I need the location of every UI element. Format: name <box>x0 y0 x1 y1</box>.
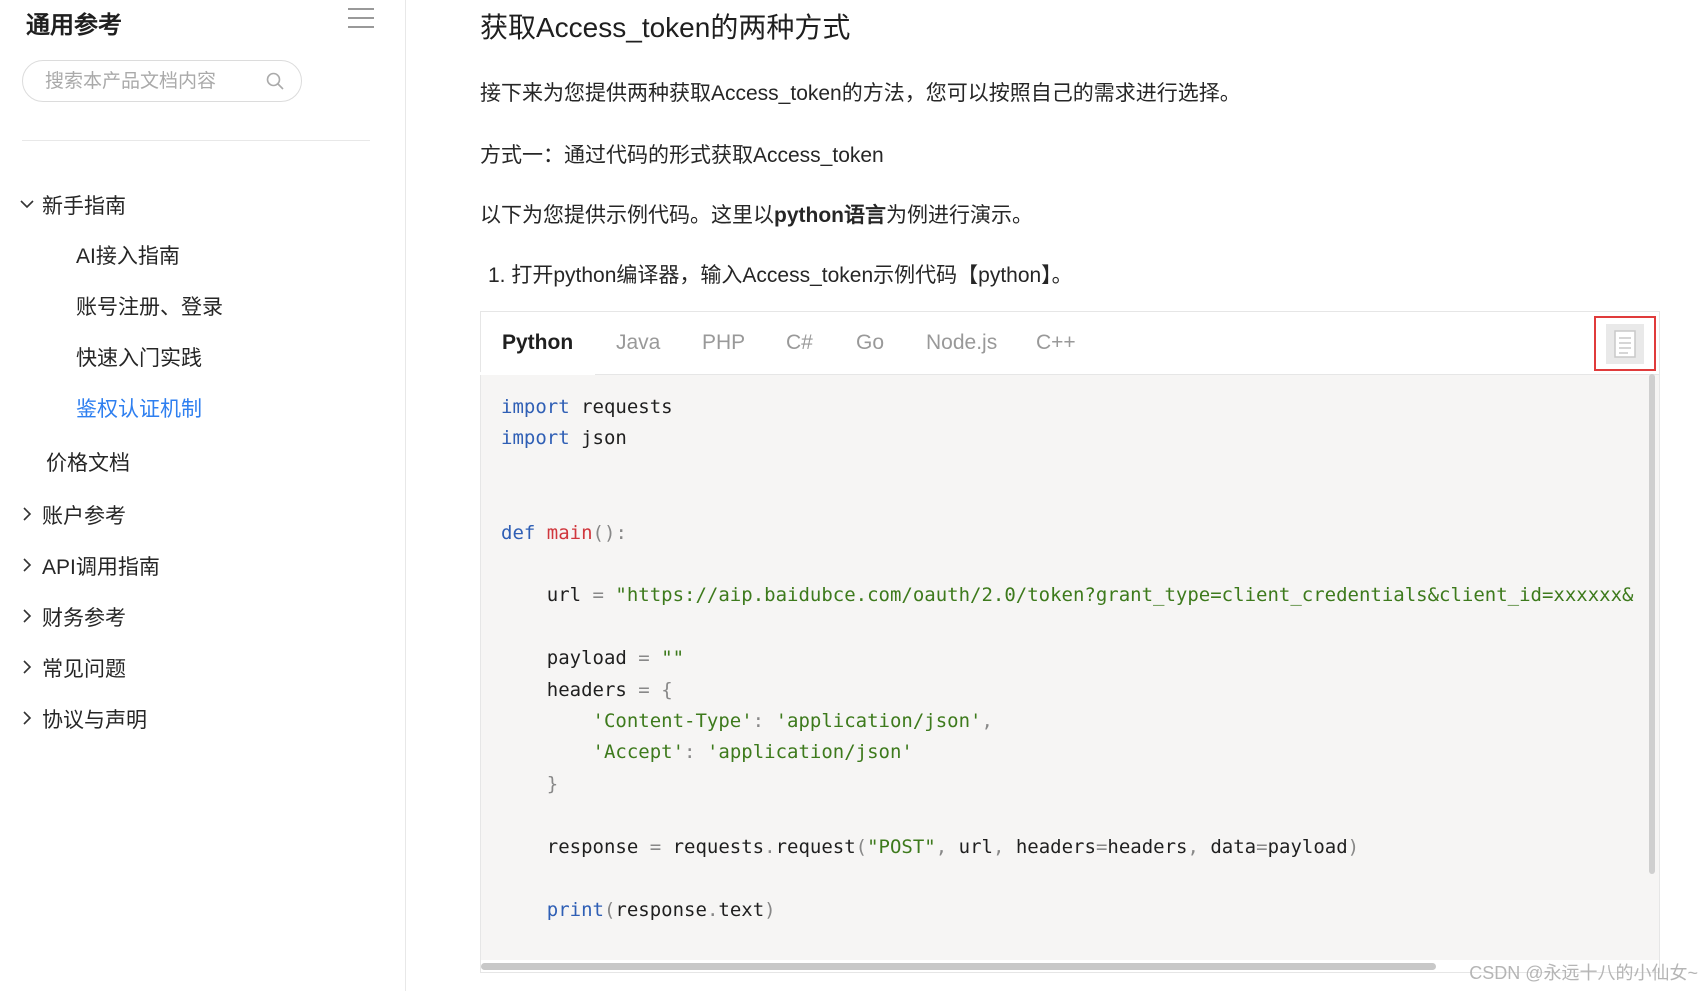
sidebar-item-agreements[interactable]: 协议与声明 <box>42 704 147 734</box>
code-panel: Python Java PHP C# Go Node.js C++ import… <box>479 311 1660 973</box>
watermark: CSDN @永远十八的小仙女~ <box>1469 963 1698 983</box>
sidebar-item-ai-access-guide[interactable]: AI接入指南 <box>76 240 180 270</box>
method-one-text: 方式一：通过代码的形式获取Access_token <box>480 144 884 167</box>
example-suffix: 为例进行演示。 <box>885 204 1033 227</box>
code-line: url = "https://aip.baidubce.com/oauth/2.… <box>501 584 1634 607</box>
tab-php[interactable]: PHP <box>702 312 745 374</box>
page-title: 获取Access_token的两种方式 <box>480 12 851 43</box>
code-line: payload = "" <box>501 647 685 670</box>
sidebar-item-pricing[interactable]: 价格文档 <box>46 447 130 477</box>
sidebar-item-finance-ref[interactable]: 财务参考 <box>42 602 126 632</box>
code-line: response = requests.request("POST", url,… <box>501 835 1360 858</box>
tab-python[interactable]: Python <box>479 312 596 375</box>
chevron-down-icon[interactable] <box>18 195 36 213</box>
language-tabs: Python Java PHP C# Go Node.js C++ <box>479 312 1659 375</box>
sidebar-item-auth-mechanism[interactable]: 鉴权认证机制 <box>76 393 202 423</box>
example-bold: python语言 <box>774 204 886 227</box>
sidebar-item-beginner-guide[interactable]: 新手指南 <box>42 190 126 220</box>
sidebar-item-quick-start[interactable]: 快速入门实践 <box>76 342 202 372</box>
tab-nodejs[interactable]: Node.js <box>926 312 997 374</box>
search-input[interactable] <box>43 61 267 103</box>
intro-text: 接下来为您提供两种获取Access_token的方法，您可以按照自己的需求进行选… <box>480 82 1241 105</box>
search-icon[interactable] <box>265 71 285 91</box>
tab-csharp[interactable]: C# <box>786 312 813 374</box>
code-line: print(response.text) <box>546 898 776 921</box>
step-one-text: 1. 打开python编译器，输入Access_token示例代码【python… <box>488 264 1073 287</box>
code-line: import json <box>501 427 627 450</box>
horizontal-scrollbar[interactable] <box>481 963 1436 970</box>
code-line: 'Accept': 'application/json' <box>592 741 913 764</box>
sidebar-title: 通用参考 <box>26 12 122 39</box>
code-line: 'Content-Type': 'application/json', <box>592 710 993 733</box>
tab-go[interactable]: Go <box>856 312 884 374</box>
code-line: headers = { <box>501 678 673 701</box>
sidebar-item-account-ref[interactable]: 账户参考 <box>42 500 126 530</box>
code-line: } <box>546 772 559 795</box>
code-line: import requests <box>501 396 673 418</box>
chevron-right-icon[interactable] <box>18 709 36 727</box>
tab-java[interactable]: Java <box>616 312 660 374</box>
chevron-right-icon[interactable] <box>18 556 36 574</box>
chevron-right-icon[interactable] <box>18 505 36 523</box>
copy-button[interactable] <box>1594 316 1656 371</box>
copy-icon <box>1606 324 1644 364</box>
sidebar-item-api-guide[interactable]: API调用指南 <box>42 551 160 581</box>
sidebar-item-account-register[interactable]: 账号注册、登录 <box>76 291 223 321</box>
main-content: 获取Access_token的两种方式 接下来为您提供两种获取Access_to… <box>405 0 1706 991</box>
code-block[interactable]: import requests import json def main(): … <box>501 392 1634 926</box>
example-prefix: 以下为您提供示例代码。这里以 <box>480 204 774 227</box>
vertical-scrollbar[interactable] <box>1649 374 1655 874</box>
code-line: def main(): <box>501 521 627 544</box>
menu-icon[interactable] <box>348 8 374 30</box>
chevron-right-icon[interactable] <box>18 607 36 625</box>
sidebar-divider <box>22 140 370 141</box>
chevron-right-icon[interactable] <box>18 658 36 676</box>
sidebar: 通用参考 新手指南 AI接入指南 账号注册、登录 快速入门实践 鉴权认证机制 价… <box>0 0 406 991</box>
sidebar-item-faq[interactable]: 常见问题 <box>42 653 126 683</box>
search-box <box>22 60 302 103</box>
tab-cpp[interactable]: C++ <box>1036 312 1076 374</box>
example-text: 以下为您提供示例代码。这里以python语言为例进行演示。 <box>480 199 1033 229</box>
